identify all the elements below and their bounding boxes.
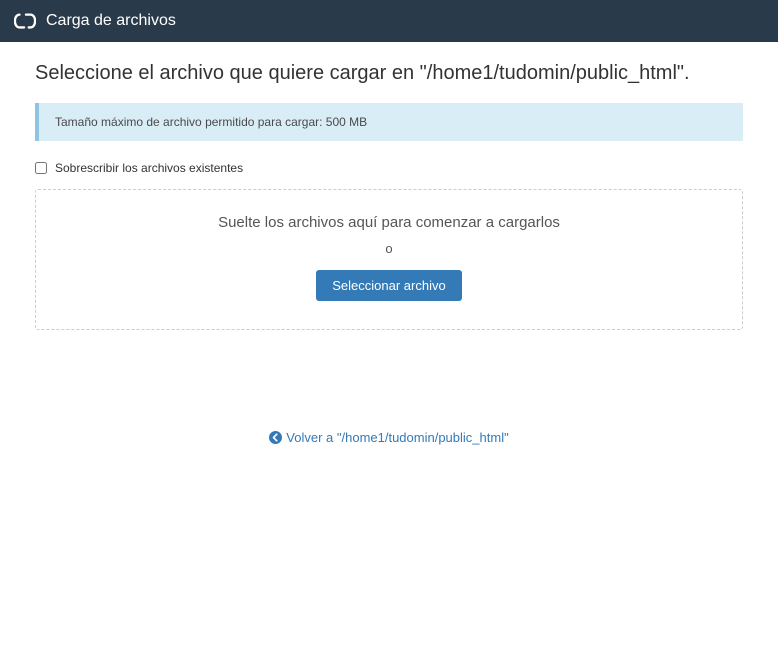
page-title: Seleccione el archivo que quiere cargar … [35, 62, 743, 85]
arrow-left-circle-icon [269, 431, 282, 444]
cpanel-icon [14, 10, 36, 32]
max-filesize-info: Tamaño máximo de archivo permitido para … [35, 103, 743, 141]
return-link-text: Volver a "/home1/tudomin/public_html" [286, 430, 508, 445]
overwrite-checkbox[interactable] [35, 162, 47, 174]
app-header: Carga de archivos [0, 0, 778, 42]
dropzone-instruction: Suelte los archivos aquí para comenzar a… [56, 214, 722, 231]
main-content: Seleccione el archivo que quiere cargar … [0, 42, 778, 469]
select-file-button[interactable]: Seleccionar archivo [316, 270, 461, 301]
overwrite-option: Sobrescribir los archivos existentes [35, 161, 743, 175]
header-title: Carga de archivos [46, 12, 176, 30]
file-dropzone[interactable]: Suelte los archivos aquí para comenzar a… [35, 189, 743, 330]
overwrite-label: Sobrescribir los archivos existentes [55, 161, 243, 175]
dropzone-or: o [56, 241, 722, 256]
return-link[interactable]: Volver a "/home1/tudomin/public_html" [269, 430, 508, 445]
return-link-container: Volver a "/home1/tudomin/public_html" [35, 430, 743, 449]
